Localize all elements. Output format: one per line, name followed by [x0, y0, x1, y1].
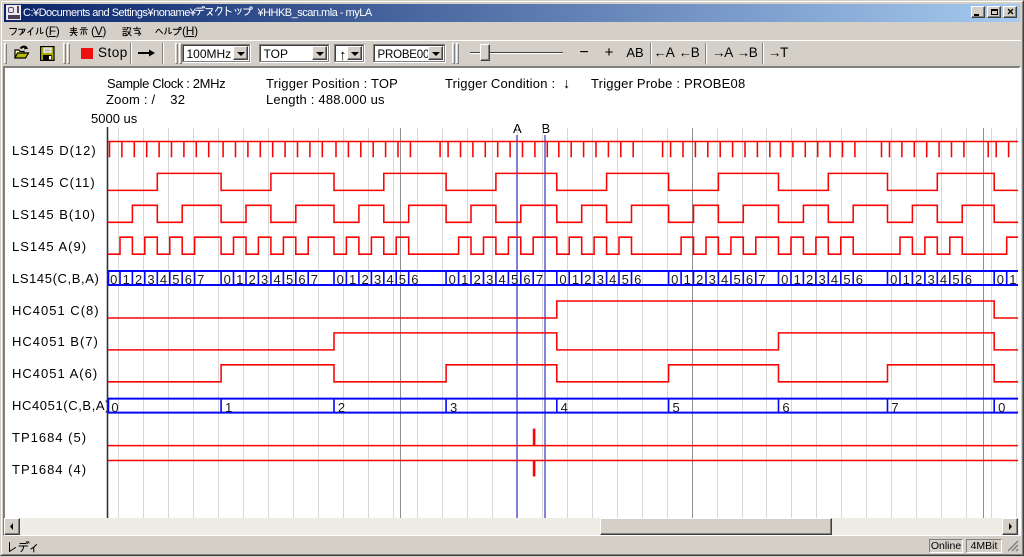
svg-text:1: 1 [794, 272, 801, 287]
svg-text:6: 6 [965, 272, 972, 287]
svg-text:2: 2 [361, 272, 368, 287]
svg-text:4: 4 [940, 272, 947, 287]
svg-text:5: 5 [843, 272, 850, 287]
svg-text:3: 3 [450, 400, 457, 415]
svg-text:3: 3 [597, 272, 604, 287]
svg-text:7: 7 [197, 272, 204, 287]
svg-text:2: 2 [249, 272, 256, 287]
svg-text:5: 5 [172, 272, 179, 287]
svg-text:2: 2 [338, 400, 345, 415]
svg-text:1: 1 [684, 272, 691, 287]
svg-text:4: 4 [386, 272, 393, 287]
svg-text:7: 7 [758, 272, 765, 287]
svg-text:0: 0 [671, 272, 678, 287]
svg-text:4: 4 [831, 272, 838, 287]
svg-text:0: 0 [110, 272, 117, 287]
svg-text:5: 5 [733, 272, 740, 287]
svg-text:5: 5 [399, 272, 406, 287]
svg-text:0: 0 [997, 272, 1004, 287]
svg-text:3: 3 [374, 272, 381, 287]
svg-text:1: 1 [461, 272, 468, 287]
svg-text:2: 2 [135, 272, 142, 287]
svg-text:6: 6 [185, 272, 192, 287]
svg-text:3: 3 [261, 272, 268, 287]
svg-text:0: 0 [559, 272, 566, 287]
svg-text:4: 4 [273, 272, 280, 287]
svg-text:3: 3 [927, 272, 934, 287]
svg-text:0: 0 [111, 400, 118, 415]
svg-text:0: 0 [224, 272, 231, 287]
svg-text:5: 5 [622, 272, 629, 287]
svg-text:7: 7 [536, 272, 543, 287]
svg-text:2: 2 [474, 272, 481, 287]
svg-text:4: 4 [561, 400, 568, 415]
svg-text:1: 1 [349, 272, 356, 287]
svg-text:6: 6 [634, 272, 641, 287]
svg-text:3: 3 [147, 272, 154, 287]
svg-text:6: 6 [856, 272, 863, 287]
svg-text:7: 7 [311, 272, 318, 287]
svg-text:6: 6 [523, 272, 530, 287]
svg-text:7: 7 [891, 400, 898, 415]
svg-text:3: 3 [709, 272, 716, 287]
svg-text:5: 5 [511, 272, 518, 287]
svg-text:6: 6 [411, 272, 418, 287]
svg-text:3: 3 [486, 272, 493, 287]
svg-text:0: 0 [998, 400, 1005, 415]
svg-text:1: 1 [1009, 272, 1016, 287]
svg-text:2: 2 [696, 272, 703, 287]
svg-text:6: 6 [746, 272, 753, 287]
svg-text:1: 1 [236, 272, 243, 287]
svg-text:1: 1 [225, 400, 232, 415]
svg-text:5: 5 [286, 272, 293, 287]
svg-text:4: 4 [498, 272, 505, 287]
svg-text:3: 3 [818, 272, 825, 287]
svg-text:4: 4 [721, 272, 728, 287]
svg-text:6: 6 [782, 400, 789, 415]
svg-text:6: 6 [298, 272, 305, 287]
svg-text:2: 2 [584, 272, 591, 287]
svg-text:1: 1 [572, 272, 579, 287]
svg-text:4: 4 [609, 272, 616, 287]
svg-text:5: 5 [952, 272, 959, 287]
svg-text:0: 0 [890, 272, 897, 287]
svg-text:1: 1 [123, 272, 130, 287]
svg-text:1: 1 [903, 272, 910, 287]
svg-text:5: 5 [672, 400, 679, 415]
svg-text:0: 0 [337, 272, 344, 287]
svg-text:4: 4 [160, 272, 167, 287]
svg-text:0: 0 [449, 272, 456, 287]
svg-text:0: 0 [781, 272, 788, 287]
svg-text:2: 2 [915, 272, 922, 287]
svg-text:2: 2 [806, 272, 813, 287]
